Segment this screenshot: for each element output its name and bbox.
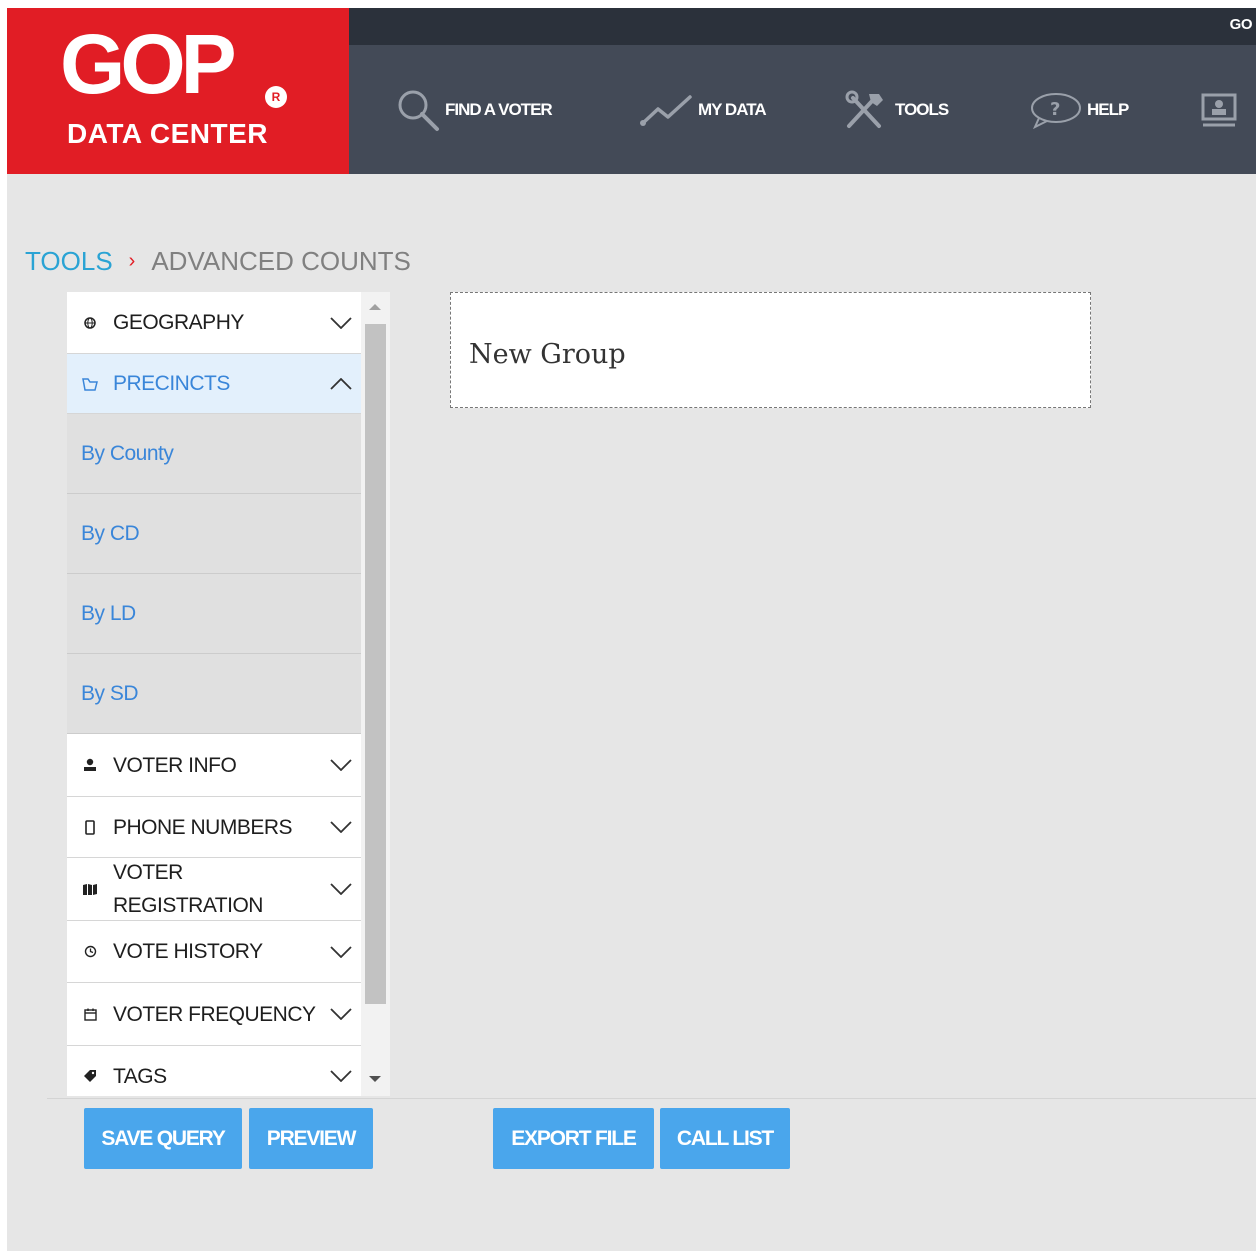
precinct-icon bbox=[67, 377, 113, 391]
tag-icon bbox=[67, 1069, 113, 1083]
nav-help[interactable]: ? HELP bbox=[1029, 45, 1129, 174]
nav-my-data[interactable]: MY DATA bbox=[640, 45, 767, 174]
criteria-sidebar: GEOGRAPHY PRECINCTS By County By CD By L… bbox=[67, 292, 361, 1096]
sidebar-item-geography[interactable]: GEOGRAPHY bbox=[67, 292, 361, 354]
sidebar-item-label-line2: REGISTRATION bbox=[113, 894, 263, 917]
sidebar-item-label: VOTER REGISTRATION bbox=[113, 856, 321, 922]
scroll-down-arrow-icon[interactable] bbox=[369, 1076, 381, 1082]
chevron-down-icon bbox=[321, 945, 361, 958]
globe-icon bbox=[67, 316, 113, 329]
logo-wordmark: GOP bbox=[60, 17, 237, 111]
sidebar-item-label: PHONE NUMBERS bbox=[113, 815, 293, 839]
divider bbox=[47, 1098, 1256, 1099]
person-icon bbox=[67, 758, 113, 772]
precinct-by-ld[interactable]: By LD bbox=[67, 574, 361, 654]
sidebar-item-precincts[interactable]: PRECINCTS bbox=[67, 354, 361, 414]
map-icon bbox=[67, 883, 113, 896]
sidebar-item-voter-registration[interactable]: VOTER REGISTRATION bbox=[67, 858, 361, 921]
tools-icon bbox=[845, 90, 883, 128]
breadcrumb-separator: › bbox=[128, 250, 136, 272]
phone-icon bbox=[67, 819, 113, 835]
sidebar-scrollbar-thumb[interactable] bbox=[365, 324, 386, 1004]
sidebar-item-voter-frequency[interactable]: VOTER FREQUENCY bbox=[67, 983, 361, 1046]
logo[interactable]: GOP R DATA CENTER bbox=[7, 8, 349, 174]
nav-label: MY DATA bbox=[698, 99, 767, 119]
top-utility-link[interactable]: GO bbox=[1230, 16, 1253, 33]
sidebar-item-label: TAGS bbox=[113, 1064, 167, 1088]
chevron-up-icon bbox=[321, 377, 361, 390]
precinct-by-cd[interactable]: By CD bbox=[67, 494, 361, 574]
logo-subtitle: DATA CENTER bbox=[67, 118, 268, 149]
user-monitor-icon bbox=[1201, 93, 1237, 126]
svg-text:?: ? bbox=[1050, 99, 1060, 120]
nav-account[interactable] bbox=[1199, 45, 1243, 174]
chevron-down-icon bbox=[321, 883, 361, 895]
search-icon bbox=[398, 90, 439, 131]
preview-button[interactable]: PREVIEW bbox=[249, 1108, 373, 1169]
chevron-down-icon bbox=[321, 759, 361, 771]
top-utility-bar: GO bbox=[349, 8, 1256, 45]
breadcrumb-current: ADVANCED COUNTS bbox=[151, 246, 411, 276]
export-file-button[interactable]: EXPORT FILE bbox=[493, 1108, 654, 1169]
main-nav: FIND A VOTER MY DATA TOOLS ? HELP bbox=[349, 45, 1256, 174]
sidebar-item-label: VOTE HISTORY bbox=[113, 940, 263, 963]
chevron-down-icon bbox=[321, 1008, 361, 1020]
sidebar-item-label-line1: VOTER bbox=[113, 861, 183, 884]
chevron-down-icon bbox=[321, 316, 361, 329]
scroll-up-arrow-icon[interactable] bbox=[369, 304, 381, 310]
sidebar-item-label: GEOGRAPHY bbox=[113, 311, 244, 334]
registered-mark: R bbox=[265, 86, 287, 108]
nav-label: FIND A VOTER bbox=[445, 99, 553, 119]
sidebar-item-vote-history[interactable]: VOTE HISTORY bbox=[67, 921, 361, 983]
sidebar-item-tags[interactable]: TAGS bbox=[67, 1046, 361, 1096]
nav-tools[interactable]: TOOLS bbox=[843, 45, 949, 174]
precinct-by-sd[interactable]: By SD bbox=[67, 654, 361, 734]
sidebar-item-label: VOTER FREQUENCY bbox=[113, 1002, 316, 1026]
help-bubble-icon: ? bbox=[1031, 92, 1081, 129]
sidebar-item-voter-info[interactable]: VOTER INFO bbox=[67, 734, 361, 797]
chart-line-icon bbox=[640, 94, 692, 126]
nav-find-a-voter[interactable]: FIND A VOTER bbox=[395, 45, 553, 174]
history-icon bbox=[67, 945, 113, 958]
call-list-button[interactable]: CALL LIST bbox=[660, 1108, 790, 1169]
app-frame: GOP R DATA CENTER GO FIND A VOTER MY DAT… bbox=[7, 8, 1256, 1251]
nav-label: TOOLS bbox=[895, 99, 949, 119]
breadcrumb: TOOLS › ADVANCED COUNTS bbox=[25, 246, 411, 277]
sidebar-item-label: VOTER INFO bbox=[113, 753, 237, 777]
chevron-down-icon bbox=[321, 1070, 361, 1082]
group-title[interactable]: New Group bbox=[469, 339, 626, 370]
sidebar-item-label: PRECINCTS bbox=[113, 372, 230, 395]
precinct-by-county[interactable]: By County bbox=[67, 414, 361, 494]
chevron-down-icon bbox=[321, 821, 361, 833]
query-group-dropzone[interactable]: New Group bbox=[450, 292, 1091, 408]
calendar-icon bbox=[67, 1008, 113, 1021]
breadcrumb-tools-link[interactable]: TOOLS bbox=[25, 246, 113, 277]
save-query-button[interactable]: SAVE QUERY bbox=[84, 1108, 242, 1169]
sidebar-item-phone-numbers[interactable]: PHONE NUMBERS bbox=[67, 797, 361, 858]
nav-label: HELP bbox=[1087, 99, 1129, 119]
